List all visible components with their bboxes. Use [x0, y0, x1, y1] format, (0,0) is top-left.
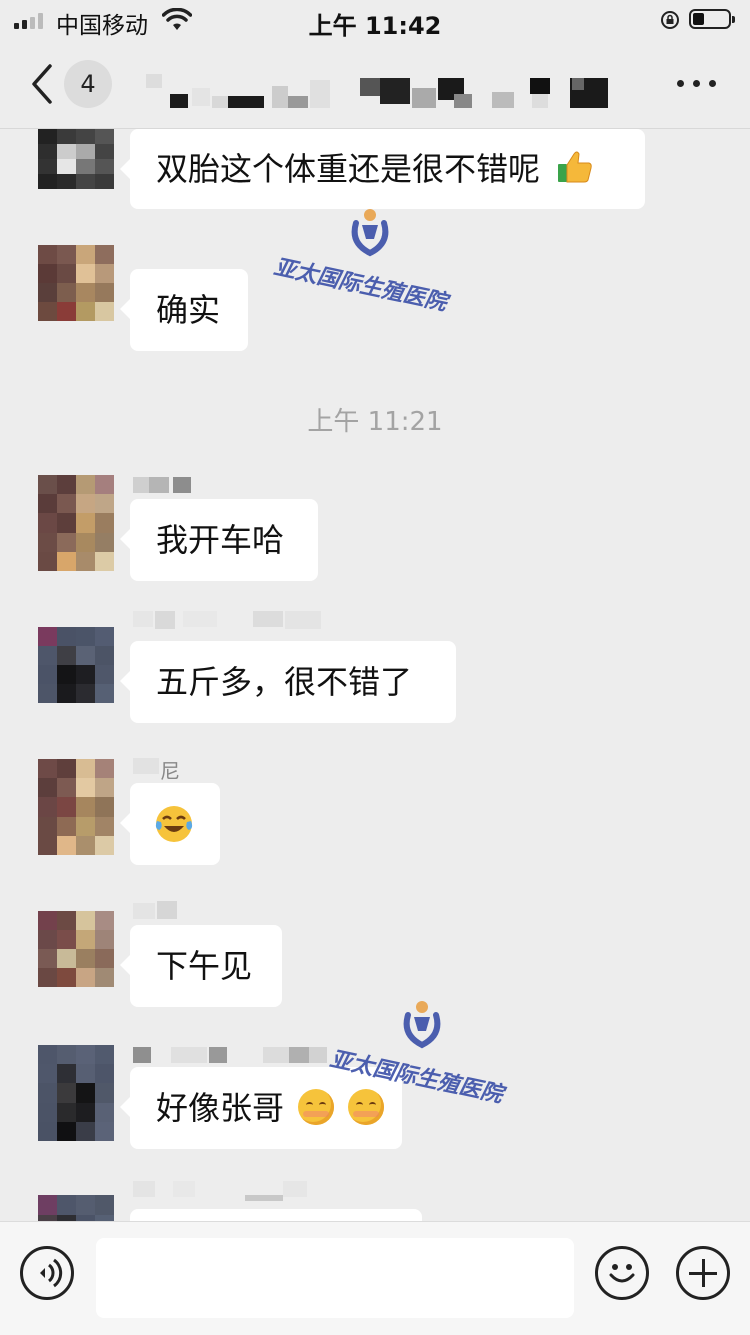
message-text: 好像张哥 — [156, 1089, 285, 1127]
message-bubble[interactable]: 我开车哈 — [120, 499, 318, 581]
message-input[interactable] — [96, 1238, 574, 1318]
blushing-emoji-icon — [298, 1089, 335, 1125]
hospital-logo-icon — [403, 1001, 441, 1049]
sender-name-redacted — [133, 758, 159, 774]
watermark-text: 亚太国际生殖医院 — [271, 253, 450, 316]
avatar[interactable] — [38, 627, 114, 703]
chat-header: 4 — [0, 40, 750, 129]
more-button[interactable] — [672, 68, 722, 98]
sender-name-redacted — [133, 611, 321, 629]
avatar[interactable] — [38, 911, 114, 987]
time-divider: 上午 11:21 — [307, 407, 443, 437]
emoji-button[interactable] — [595, 1246, 649, 1300]
message-bubble[interactable] — [120, 783, 220, 865]
blushing-emoji-icon — [348, 1089, 385, 1125]
message-bubble[interactable]: 确实 — [120, 269, 248, 351]
chat-input-bar — [0, 1221, 750, 1335]
voice-icon — [40, 1258, 63, 1288]
avatar[interactable] — [38, 1045, 114, 1141]
message-bubble[interactable] — [130, 1209, 422, 1221]
battery-icon — [689, 9, 735, 29]
hospital-logo-icon — [351, 209, 389, 257]
chat-message-list: 双胎这个体重还是很不错呢 确实 亚太国际生殖医院 上午 11:21 我开车哈 五… — [0, 129, 750, 1221]
chat-title-redacted — [146, 74, 608, 108]
avatar[interactable] — [38, 1195, 114, 1221]
avatar[interactable] — [38, 475, 114, 571]
message-text: 双胎这个体重还是很不错呢 — [156, 150, 541, 188]
message-bubble[interactable]: 好像张哥 — [120, 1067, 402, 1149]
avatar[interactable] — [38, 129, 114, 189]
back-button[interactable] — [28, 62, 58, 106]
message-text: 五斤多，很不错了 — [156, 663, 413, 701]
sender-name-redacted — [133, 477, 191, 493]
sender-name-redacted — [133, 1181, 307, 1201]
message-bubble[interactable]: 双胎这个体重还是很不错呢 — [120, 129, 645, 209]
voice-button[interactable] — [20, 1246, 74, 1300]
thumbs-up-icon — [558, 151, 592, 183]
status-bar: 中国移动 上午 11:42 — [0, 0, 750, 40]
unread-count-badge: 4 — [64, 60, 112, 108]
message-text: 下午见 — [156, 947, 253, 985]
sender-name-redacted — [133, 1047, 327, 1063]
laughing-crying-emoji-icon — [155, 806, 193, 842]
avatar[interactable] — [38, 245, 114, 321]
avatar[interactable] — [38, 759, 114, 855]
message-bubble[interactable]: 五斤多，很不错了 — [120, 641, 456, 723]
smile-icon — [609, 1264, 635, 1283]
sender-name-redacted — [133, 901, 177, 919]
status-time: 上午 11:42 — [308, 12, 442, 40]
hospital-watermark: 亚太国际生殖医院 — [271, 205, 454, 316]
message-bubble[interactable]: 下午见 — [120, 925, 282, 1007]
plus-button[interactable] — [676, 1246, 730, 1300]
message-text: 确实 — [156, 291, 221, 329]
message-text: 我开车哈 — [156, 521, 285, 559]
rotation-lock-icon — [661, 11, 679, 29]
sender-name: 尼 — [160, 759, 180, 783]
